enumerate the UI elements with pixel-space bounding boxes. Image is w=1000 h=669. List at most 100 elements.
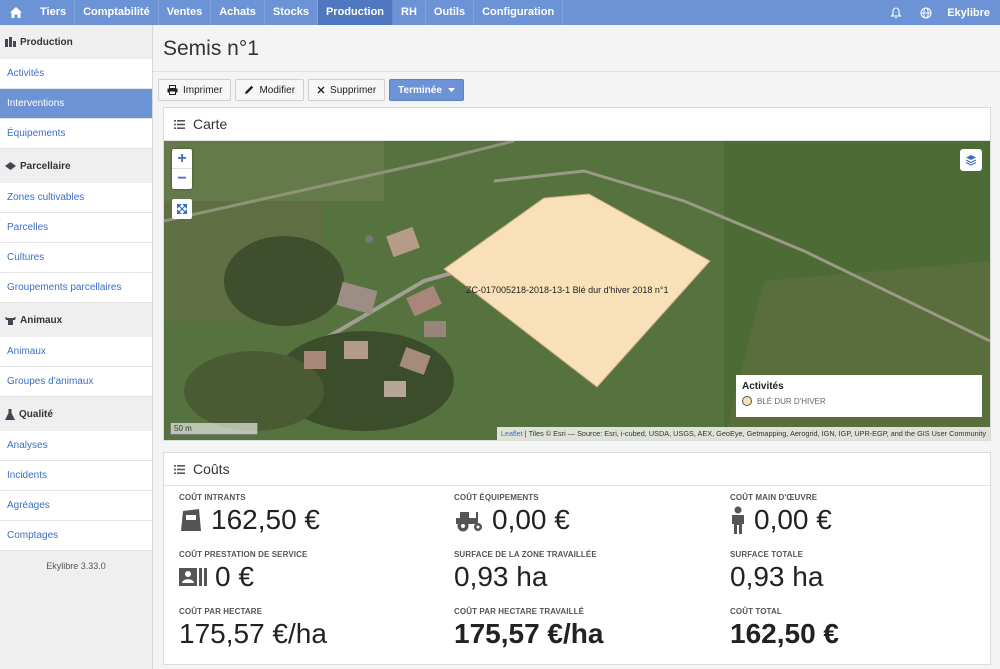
home-icon[interactable]	[0, 0, 32, 25]
cost-value-row: 0,00 €	[730, 504, 832, 536]
printer-icon	[167, 85, 178, 95]
cost-label: COÛT PAR HECTARE	[179, 607, 263, 616]
cost-service: COÛT PRESTATION DE SERVICE 0 €	[179, 550, 307, 593]
flask-icon	[5, 408, 15, 420]
cost-value-row: 0 €	[179, 561, 307, 593]
caret-down-icon	[447, 88, 455, 92]
sidebar-item-comptages[interactable]: Comptages	[0, 521, 152, 551]
cost-value: 0,93 ha	[730, 561, 824, 592]
nav-production[interactable]: Production	[317, 0, 394, 25]
nav-ventes[interactable]: Ventes	[159, 0, 212, 25]
cost-per-hectare: COÛT PAR HECTARE 175,57 €/ha	[179, 607, 327, 650]
delete-button[interactable]: Supprimer	[308, 79, 386, 101]
production-icon	[5, 37, 16, 47]
nav-outils[interactable]: Outils	[426, 0, 475, 25]
attribution-text: | Tiles © Esri — Source: Esri, i-cubed, …	[522, 429, 986, 438]
cost-value: 162,50 €	[211, 504, 320, 535]
sidebar-section-production: Production	[0, 25, 152, 59]
legend-swatch	[742, 396, 752, 406]
sidebar-item-animaux[interactable]: Animaux	[0, 337, 152, 367]
cost-label: COÛT PAR HECTARE TRAVAILLÉ	[454, 607, 585, 616]
fullscreen-button[interactable]	[172, 199, 192, 219]
nav-achats[interactable]: Achats	[211, 0, 265, 25]
sidebar-item-zones-cultivables[interactable]: Zones cultivables	[0, 183, 152, 213]
zoom-out-button[interactable]: −	[172, 169, 192, 189]
cost-label: SURFACE TOTALE	[730, 550, 804, 559]
land-icon	[5, 162, 16, 170]
costs-panel-header: Coûts	[164, 453, 990, 486]
costs-panel-title: Coûts	[193, 461, 230, 477]
legend-item: BLÉ DUR D'HIVER	[742, 396, 976, 406]
person-icon	[730, 506, 746, 534]
costs-panel: Coûts COÛT INTRANTS 162,50 € COÛT ÉQUIPE…	[163, 452, 991, 665]
cost-value: 175,57 €/ha	[179, 618, 327, 649]
layers-icon	[965, 155, 977, 166]
cost-label: COÛT PRESTATION DE SERVICE	[179, 550, 308, 559]
sidebar-section-animaux: Animaux	[0, 303, 152, 337]
map-scale: 50 m	[170, 423, 258, 435]
nav-rh[interactable]: RH	[393, 0, 426, 25]
cost-label: COÛT ÉQUIPEMENTS	[454, 493, 539, 502]
top-navbar: Tiers Comptabilité Ventes Achats Stocks …	[0, 0, 1000, 25]
divider	[153, 71, 1000, 72]
cost-total: COÛT TOTAL 162,50 €	[730, 607, 839, 650]
field-label: ZC-017005218-2018-13-1 Blé dur d'hiver 2…	[466, 285, 669, 295]
nav-configuration[interactable]: Configuration	[474, 0, 564, 25]
cost-value: 0,93 ha	[454, 561, 548, 592]
nav-comptabilite[interactable]: Comptabilité	[75, 0, 159, 25]
sidebar-item-equipements[interactable]: Équipements	[0, 119, 152, 149]
sidebar-item-agreages[interactable]: Agréages	[0, 491, 152, 521]
leaflet-link[interactable]: Leaflet	[501, 429, 523, 438]
map-view[interactable]: ZC-017005218-2018-13-1 Blé dur d'hiver 2…	[164, 141, 990, 440]
cow-icon	[5, 316, 16, 325]
cost-value: 0,00 €	[754, 504, 832, 535]
toolbar: Imprimer Modifier Supprimer Terminée	[158, 79, 464, 101]
map-panel: Carte ZC-017005218-2018-13-1 Blé dur d'h…	[163, 107, 991, 441]
sidebar-item-groupements[interactable]: Groupements parcellaires	[0, 273, 152, 303]
cost-per-worked-hectare: COÛT PAR HECTARE TRAVAILLÉ 175,57 €/ha	[454, 607, 603, 650]
sidebar-item-parcelles[interactable]: Parcelles	[0, 213, 152, 243]
user-menu[interactable]: Ekylibre	[941, 7, 1000, 19]
edit-button[interactable]: Modifier	[235, 79, 305, 101]
nav-tiers[interactable]: Tiers	[32, 0, 76, 25]
sidebar-item-cultures[interactable]: Cultures	[0, 243, 152, 273]
cost-value-row: 0,00 €	[454, 504, 570, 536]
legend-title: Activités	[742, 381, 784, 392]
sidebar-section-title: Animaux	[20, 314, 63, 326]
expand-icon	[177, 204, 187, 214]
globe-icon[interactable]	[911, 0, 941, 25]
map-panel-title: Carte	[193, 116, 228, 132]
pencil-icon	[244, 85, 254, 95]
sidebar-item-interventions[interactable]: Interventions	[0, 89, 152, 119]
cost-equipments: COÛT ÉQUIPEMENTS 0,00 €	[454, 493, 570, 536]
main-content: Semis n°1 Imprimer Modifier Supprimer Te…	[153, 25, 1000, 669]
sidebar: Production Activités Interventions Équip…	[0, 25, 153, 669]
nav-stocks[interactable]: Stocks	[265, 0, 318, 25]
print-label: Imprimer	[183, 84, 223, 96]
cost-value: 0 €	[215, 561, 254, 592]
total-area: SURFACE TOTALE 0,93 ha	[730, 550, 823, 593]
layers-button[interactable]	[960, 149, 982, 171]
list-icon	[174, 119, 185, 129]
page-title: Semis n°1	[163, 37, 259, 60]
delete-label: Supprimer	[330, 84, 377, 96]
sidebar-item-incidents[interactable]: Incidents	[0, 461, 152, 491]
map-panel-header: Carte	[164, 108, 990, 141]
cost-label: COÛT TOTAL	[730, 607, 782, 616]
sidebar-section-parcellaire: Parcellaire	[0, 149, 152, 183]
print-button[interactable]: Imprimer	[158, 79, 232, 101]
tractor-icon	[454, 508, 484, 532]
id-card-icon	[179, 568, 207, 586]
map-legend: Activités BLÉ DUR D'HIVER	[736, 375, 982, 417]
cost-label: SURFACE DE LA ZONE TRAVAILLÉE	[454, 550, 597, 559]
zoom-control: + −	[172, 149, 192, 189]
sidebar-item-groupes-animaux[interactable]: Groupes d'animaux	[0, 367, 152, 397]
close-icon	[317, 86, 325, 94]
state-dropdown-button[interactable]: Terminée	[389, 79, 464, 101]
state-label: Terminée	[398, 84, 442, 96]
bell-icon[interactable]	[881, 0, 911, 25]
zoom-in-button[interactable]: +	[172, 149, 192, 169]
sidebar-item-analyses[interactable]: Analyses	[0, 431, 152, 461]
cost-label: COÛT MAIN D'ŒUVRE	[730, 493, 818, 502]
sidebar-item-activites[interactable]: Activités	[0, 59, 152, 89]
